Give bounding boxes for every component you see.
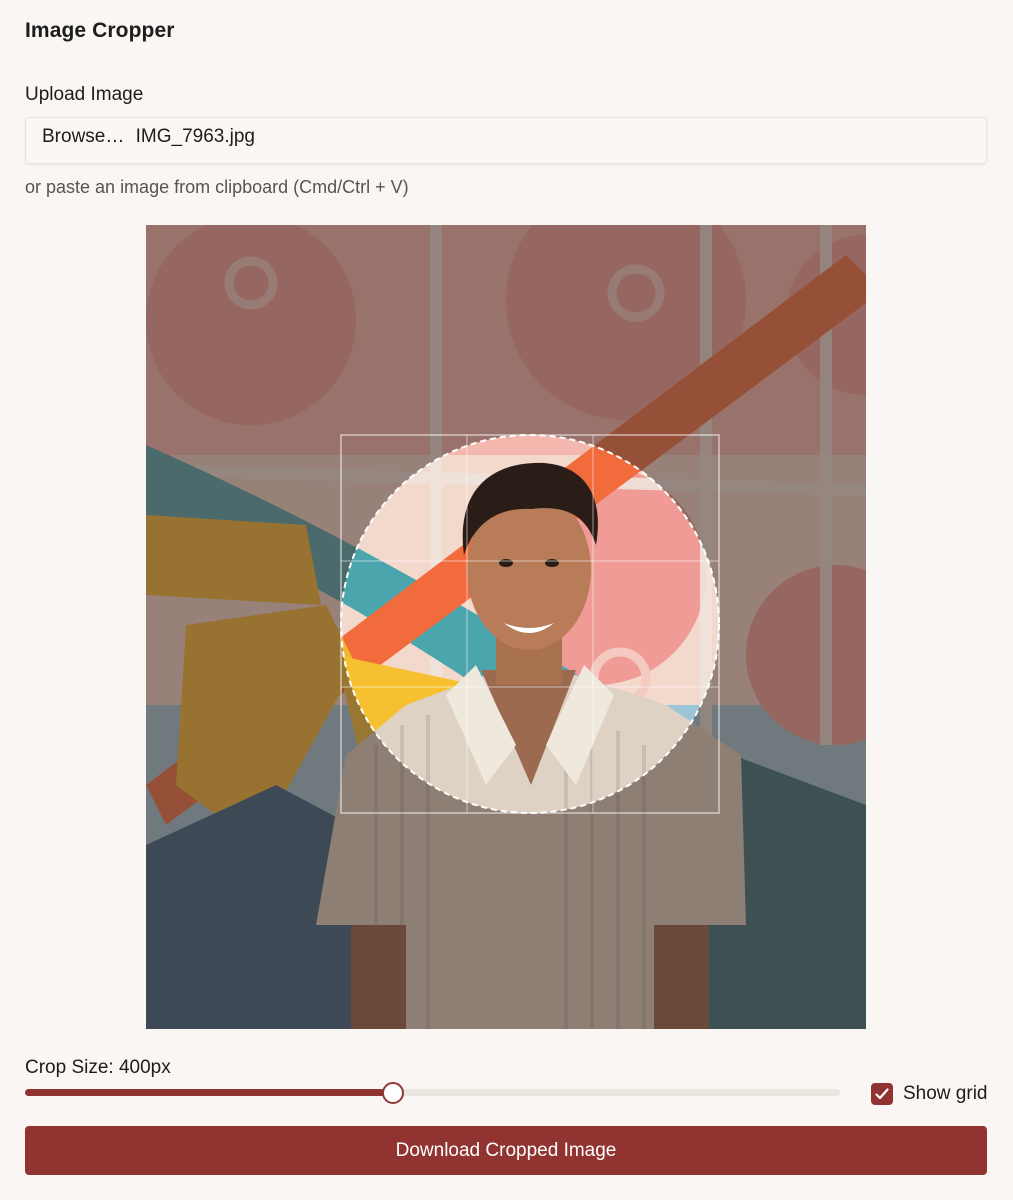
show-grid-checkbox[interactable] <box>871 1083 893 1105</box>
download-button[interactable]: Download Cropped Image <box>25 1126 987 1175</box>
slider-thumb[interactable] <box>382 1082 405 1104</box>
file-name: IMG_7963.jpg <box>135 126 255 147</box>
browse-button[interactable]: Browse… <box>42 126 124 147</box>
crop-size-slider[interactable] <box>25 1082 840 1104</box>
checkmark-icon <box>875 1088 889 1100</box>
image-cropper-app: Image Cropper Upload Image Browse… IMG_7… <box>0 0 1013 1200</box>
show-grid-toggle[interactable]: Show grid <box>871 1082 988 1106</box>
preview-canvas <box>146 225 866 1029</box>
crop-size-label: Crop Size: 400px <box>25 1057 171 1078</box>
file-input[interactable]: Browse… IMG_7963.jpg <box>25 117 987 164</box>
upload-label: Upload Image <box>25 84 144 105</box>
slider-fill <box>25 1089 394 1096</box>
page-title: Image Cropper <box>25 19 175 42</box>
show-grid-label: Show grid <box>903 1083 988 1104</box>
crop-preview[interactable] <box>146 225 866 1029</box>
paste-hint: or paste an image from clipboard (Cmd/Ct… <box>25 177 409 197</box>
